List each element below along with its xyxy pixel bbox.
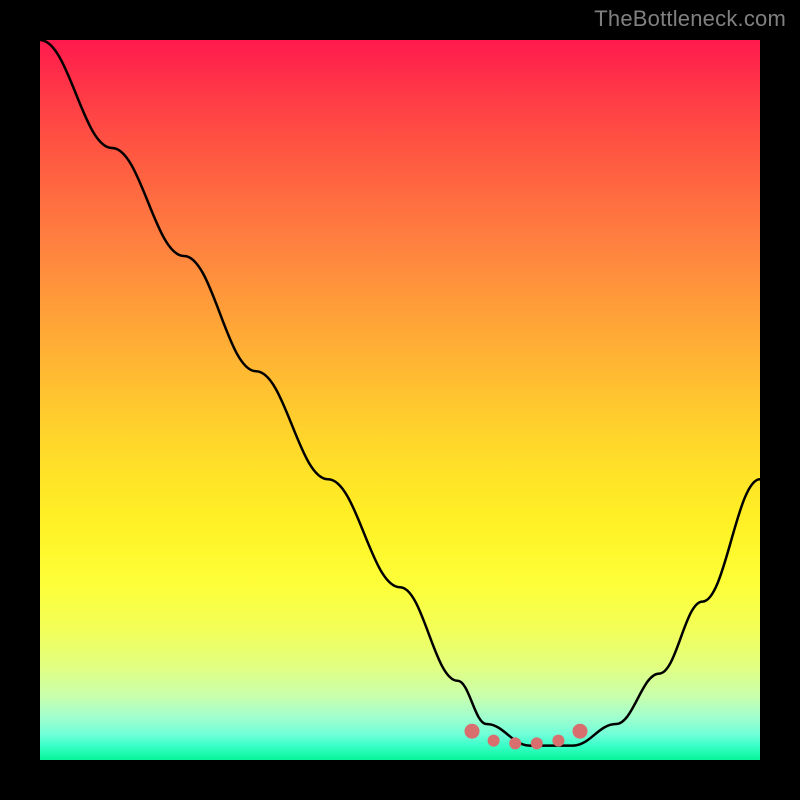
chart-svg (40, 40, 760, 760)
plot-area (40, 40, 760, 760)
watermark-text: TheBottleneck.com (594, 6, 786, 32)
optimal-range-dot (552, 735, 564, 747)
optimal-range-dot (531, 737, 543, 749)
optimal-range-dot (573, 724, 588, 739)
optimal-range-dot (509, 737, 521, 749)
chart-frame: TheBottleneck.com (0, 0, 800, 800)
optimal-range-dot (488, 735, 500, 747)
optimal-range-dot (465, 724, 480, 739)
bottleneck-curve (40, 40, 760, 746)
